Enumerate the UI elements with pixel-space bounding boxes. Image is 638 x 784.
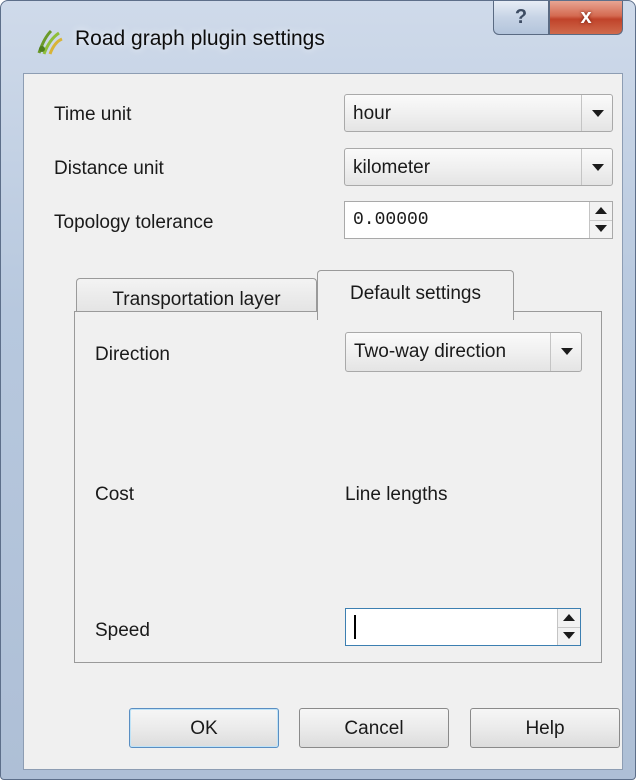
dialog-window: Road graph plugin settings ? x Time unit… <box>0 0 636 780</box>
direction-label: Direction <box>95 344 170 365</box>
direction-value: Two-way direction <box>354 341 507 362</box>
arrow-down-icon <box>563 632 575 639</box>
arrow-up-icon <box>595 207 607 214</box>
cancel-button[interactable]: Cancel <box>299 708 449 748</box>
dialog-body: Time unit hour Distance unit kilometer T… <box>23 73 623 770</box>
window-title: Road graph plugin settings <box>75 27 325 50</box>
qgis-plugin-icon <box>37 29 63 55</box>
distance-unit-select[interactable]: kilometer <box>344 148 613 186</box>
question-mark-icon: ? <box>514 6 528 28</box>
arrow-up-icon <box>563 614 575 621</box>
tab-default-settings[interactable]: Default settings <box>317 270 514 320</box>
title-bar[interactable]: Road graph plugin settings ? x <box>1 1 635 73</box>
distance-unit-value: kilometer <box>353 157 431 178</box>
chevron-down-icon <box>592 164 604 171</box>
speed-spinbox[interactable] <box>345 608 581 646</box>
ok-button[interactable]: OK <box>129 708 279 748</box>
spin-down-button[interactable] <box>558 627 580 645</box>
distance-unit-label: Distance unit <box>54 158 164 179</box>
text-caret <box>354 615 356 639</box>
arrow-down-icon <box>595 225 607 232</box>
topology-tolerance-value: 0.00000 <box>353 210 429 230</box>
cost-label: Cost <box>95 484 135 505</box>
default-settings-panel: Direction Two-way direction Cost Line le… <box>74 311 602 663</box>
speed-label: Speed <box>95 620 150 641</box>
spin-down-button[interactable] <box>590 220 612 238</box>
cost-value: Line lengths <box>345 484 448 505</box>
close-icon: x <box>580 6 592 28</box>
spin-up-button[interactable] <box>590 202 612 221</box>
spin-up-button[interactable] <box>558 609 580 628</box>
help-button[interactable]: Help <box>470 708 620 748</box>
time-unit-label: Time unit <box>54 104 132 125</box>
direction-select[interactable]: Two-way direction <box>345 332 582 372</box>
chevron-down-icon <box>561 348 573 355</box>
time-unit-value: hour <box>353 103 392 124</box>
chevron-down-icon <box>592 110 604 117</box>
topology-tolerance-spinbox[interactable]: 0.00000 <box>344 201 613 239</box>
close-button[interactable]: x <box>549 1 623 35</box>
time-unit-select[interactable]: hour <box>344 94 613 132</box>
topology-tolerance-label: Topology tolerance <box>54 212 214 233</box>
title-help-button[interactable]: ? <box>493 1 549 35</box>
